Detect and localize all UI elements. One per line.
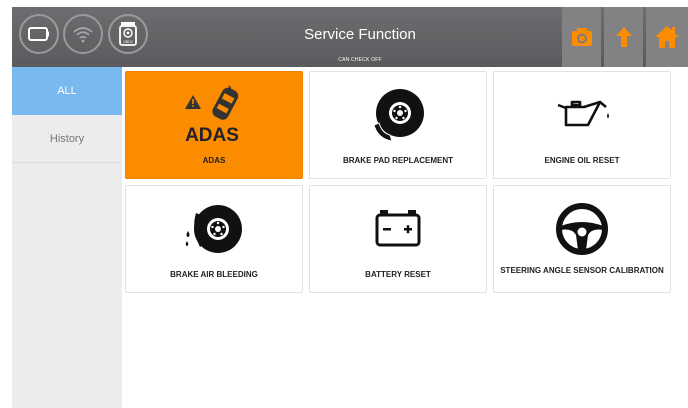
function-tile-brake-pad-replacement[interactable]: BRAKE PAD REPLACEMENT bbox=[309, 71, 487, 179]
function-label: ADAS bbox=[202, 156, 226, 165]
adas-icon: ADAS bbox=[185, 85, 239, 145]
function-label: BRAKE PAD REPLACEMENT bbox=[342, 156, 454, 165]
upload-icon bbox=[615, 27, 632, 47]
home-icon bbox=[655, 26, 679, 48]
page-title: Service Function bbox=[304, 26, 416, 43]
function-tile-battery-reset[interactable]: BATTERY RESET bbox=[309, 185, 487, 293]
battery-icon bbox=[28, 27, 49, 41]
function-tile-brake-air-bleeding[interactable]: BRAKE AIR BLEEDING bbox=[125, 185, 303, 293]
can-status-text: CAN CHECK OFF bbox=[338, 57, 382, 63]
device-badge-text: OBD2 bbox=[123, 40, 133, 44]
function-tile-engine-oil-reset[interactable]: ENGINE OIL RESET bbox=[493, 71, 671, 179]
app-window: OBD2 Service Function CAN CHECK OFF ALL … bbox=[12, 7, 688, 408]
home-button[interactable] bbox=[646, 7, 688, 67]
upload-button[interactable] bbox=[604, 7, 643, 67]
function-label: BATTERY RESET bbox=[365, 270, 431, 279]
wifi-status-button[interactable] bbox=[63, 14, 103, 54]
brake-disc-icon bbox=[373, 89, 424, 142]
function-tile-steering-angle-sensor-calibration[interactable]: STEERING ANGLE SENSOR CALIBRATION bbox=[493, 185, 671, 293]
brake-bleeding-icon bbox=[185, 205, 242, 253]
adas-icon-text: ADAS bbox=[185, 125, 239, 145]
vci-device-icon: OBD2 bbox=[119, 22, 137, 46]
steering-wheel-icon bbox=[556, 203, 608, 255]
vci-connection-button[interactable]: OBD2 bbox=[108, 14, 148, 54]
function-label: ENGINE OIL RESET bbox=[544, 156, 620, 165]
wifi-icon bbox=[73, 27, 93, 43]
function-tile-adas[interactable]: ADAS ADAS bbox=[125, 71, 303, 179]
function-label: STEERING ANGLE SENSOR CALIBRATION bbox=[500, 266, 664, 275]
battery-status-button[interactable] bbox=[19, 14, 59, 54]
car-battery-icon bbox=[375, 210, 421, 247]
screenshot-button[interactable] bbox=[562, 7, 601, 67]
function-label: BRAKE AIR BLEEDING bbox=[170, 270, 258, 279]
sidebar-item-all[interactable]: ALL bbox=[12, 67, 122, 115]
category-sidebar: ALL History bbox=[12, 67, 122, 408]
oil-can-icon bbox=[557, 100, 609, 127]
screenshot-camera-icon bbox=[571, 28, 592, 46]
header-bar: OBD2 Service Function CAN CHECK OFF bbox=[12, 7, 688, 67]
sidebar-item-history[interactable]: History bbox=[12, 115, 122, 163]
